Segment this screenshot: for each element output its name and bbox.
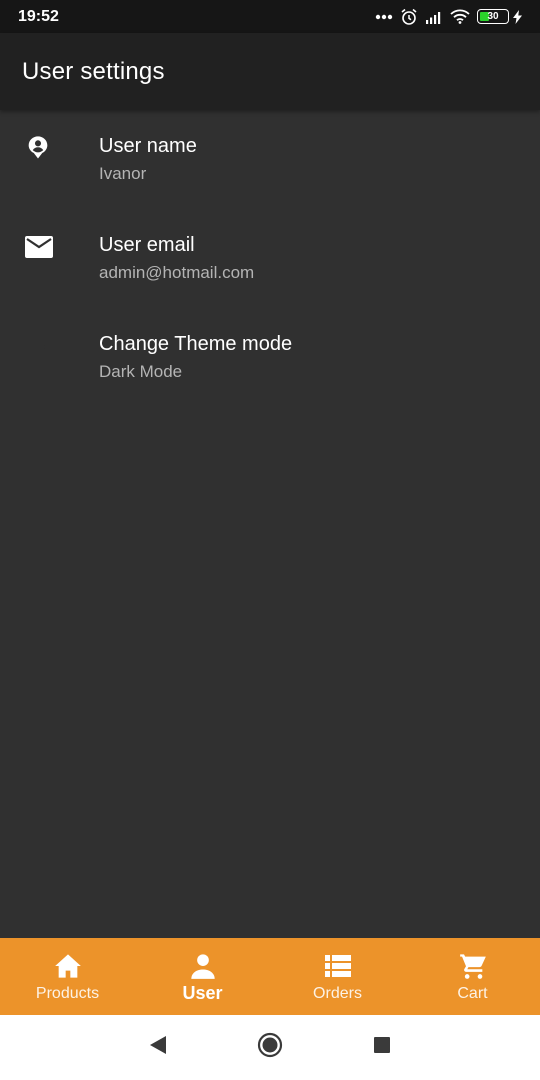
settings-item-subtitle: Dark Mode	[99, 362, 183, 381]
recents-button[interactable]	[326, 1015, 438, 1080]
back-icon	[149, 1035, 167, 1060]
more-dots-icon	[375, 14, 393, 20]
nav-item-orders[interactable]: Orders	[270, 938, 405, 1015]
bottom-nav: Products User Orders Cart	[0, 938, 540, 1015]
settings-item-user-email[interactable]: User email admin@hotmail.com	[0, 209, 540, 308]
wifi-icon	[450, 9, 470, 24]
settings-item-user-name[interactable]: User name Ivanor	[0, 110, 540, 209]
settings-list: User name Ivanor User email admin@hotmai…	[0, 110, 540, 407]
nav-label: User	[182, 983, 223, 1003]
back-button[interactable]	[102, 1015, 214, 1080]
battery-level: 30	[487, 11, 499, 22]
nav-item-products[interactable]: Products	[0, 938, 135, 1015]
moon-icon	[0, 331, 99, 361]
nav-label: Cart	[457, 985, 488, 1002]
settings-item-theme-mode[interactable]: Change Theme mode Dark Mode	[0, 308, 540, 407]
settings-item-text: Change Theme mode Dark Mode	[99, 331, 292, 385]
home-circle-icon	[257, 1032, 283, 1063]
home-icon	[54, 952, 82, 980]
account-pin-icon	[0, 133, 99, 163]
page-title: User settings	[22, 57, 165, 85]
settings-item-subtitle: admin@hotmail.com	[99, 263, 255, 282]
person-icon	[189, 952, 217, 980]
nav-item-user[interactable]: User	[135, 938, 270, 1015]
settings-item-text: User email admin@hotmail.com	[99, 232, 254, 286]
app-bar: User settings	[0, 33, 540, 110]
mail-icon	[0, 232, 99, 262]
status-icons: 30	[375, 8, 522, 26]
settings-item-title: User name	[99, 135, 197, 157]
settings-item-title: User email	[99, 234, 195, 256]
system-nav-bar	[0, 1015, 540, 1080]
nav-label: Products	[35, 985, 100, 1002]
cart-icon	[458, 952, 488, 980]
alarm-icon	[400, 8, 418, 26]
charging-icon	[513, 9, 522, 24]
status-time: 19:52	[18, 7, 59, 25]
signal-icon	[425, 10, 443, 24]
status-bar: 19:52 30	[0, 0, 540, 33]
battery-icon: 30	[477, 9, 522, 24]
nav-item-cart[interactable]: Cart	[405, 938, 540, 1015]
settings-item-title: Change Theme mode	[99, 333, 293, 355]
settings-item-text: User name Ivanor	[99, 133, 197, 187]
recents-icon	[373, 1036, 391, 1059]
home-button[interactable]	[214, 1015, 326, 1080]
settings-item-subtitle: Ivanor	[99, 164, 147, 183]
nav-label: Orders	[313, 985, 362, 1002]
list-icon	[324, 952, 351, 980]
